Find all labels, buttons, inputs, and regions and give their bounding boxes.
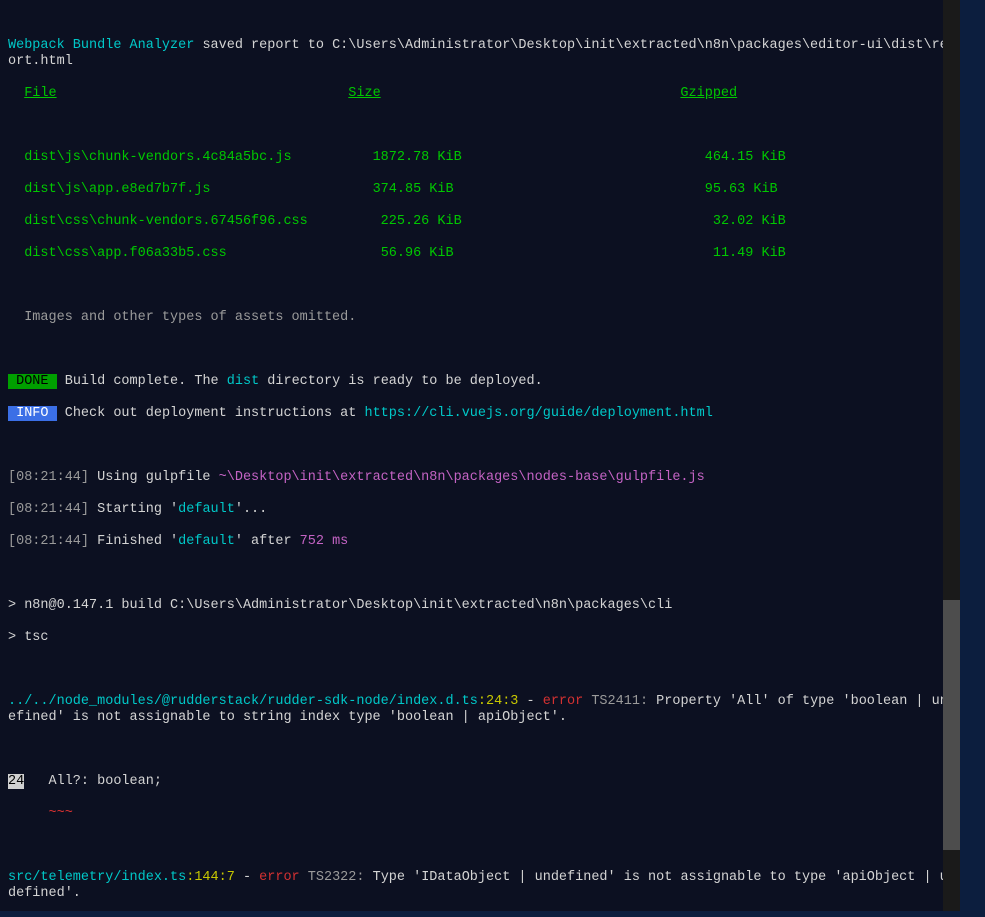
ts-error: ../../node_modules/@rudderstack/rudder-s… — [0, 694, 960, 726]
blank-line — [0, 566, 960, 582]
blank-line — [0, 838, 960, 854]
ts-error: src/telemetry/index.ts:144:7 - error TS2… — [0, 870, 960, 902]
table-row: dist\css\app.f06a33b5.css 56.96 KiB 11.4… — [0, 246, 960, 262]
cmd-line: > n8n@0.147.1 build C:\Users\Administrat… — [0, 598, 960, 614]
done-line: DONE Build complete. The dist directory … — [0, 374, 960, 390]
blank-line — [0, 742, 960, 758]
blank-line — [0, 438, 960, 454]
blank-line — [0, 662, 960, 678]
gulp-starting: [08:21:44] Starting 'default'... — [0, 502, 960, 518]
terminal-window[interactable]: Webpack Bundle Analyzer saved report to … — [0, 0, 960, 911]
blank-line — [0, 118, 960, 134]
code-snippet: 24 All?: boolean; — [0, 774, 960, 790]
done-badge: DONE — [8, 374, 57, 389]
info-line: INFO Check out deployment instructions a… — [0, 406, 960, 422]
table-row: dist\js\chunk-vendors.4c84a5bc.js 1872.7… — [0, 150, 960, 166]
vertical-scrollbar[interactable] — [943, 0, 960, 911]
terminal-content: Webpack Bundle Analyzer saved report to … — [0, 22, 960, 911]
scrollbar-thumb[interactable] — [943, 600, 960, 850]
cmd-line: > tsc — [0, 630, 960, 646]
blank-line — [0, 342, 960, 358]
output-line: Webpack Bundle Analyzer saved report to … — [0, 38, 960, 70]
info-badge: INFO — [8, 406, 57, 421]
gulp-using: [08:21:44] Using gulpfile ~\Desktop\init… — [0, 470, 960, 486]
table-row: dist\js\app.e8ed7b7f.js 374.85 KiB 95.63… — [0, 182, 960, 198]
table-row: dist\css\chunk-vendors.67456f96.css 225.… — [0, 214, 960, 230]
assets-omitted: Images and other types of assets omitted… — [0, 310, 960, 326]
code-squiggle: ~~~ — [0, 806, 960, 822]
blank-line — [0, 278, 960, 294]
table-header: File Size Gzipped — [0, 86, 960, 102]
gulp-finished: [08:21:44] Finished 'default' after 752 … — [0, 534, 960, 550]
